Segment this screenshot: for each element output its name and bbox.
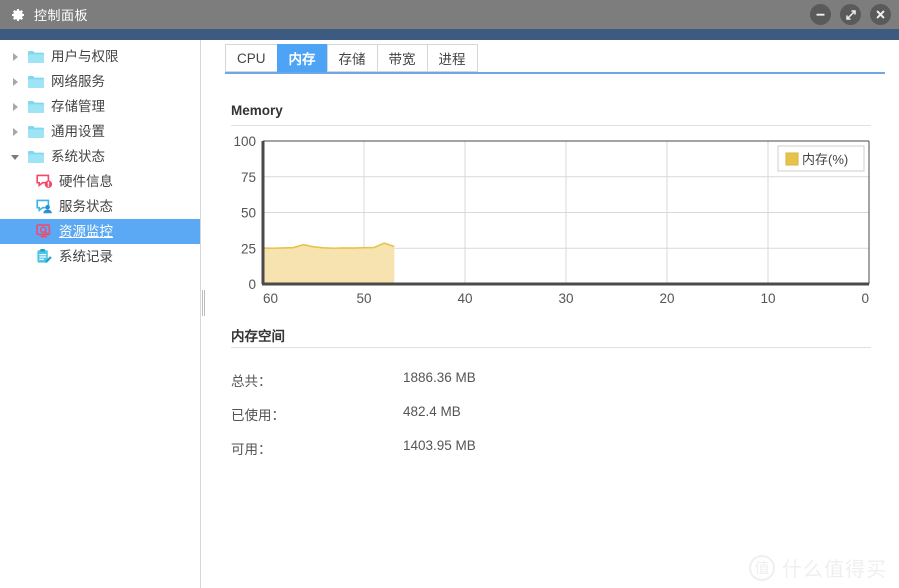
memory-stat-label: 总共： [231,374,272,389]
chevron-right-icon[interactable] [8,125,22,139]
chart-legend-swatch [785,152,799,166]
chart-x-tick-label: 40 [457,291,472,306]
chart-y-tick-label: 100 [233,135,256,149]
chevron-right-icon[interactable] [8,50,22,64]
control-panel-window: 控制面板 用户与权限 网络服务 存储管理 通用设置 系统状态 硬件信息 服务状态… [0,0,899,588]
sidebar-item-label: 存储管理 [51,99,105,114]
tab-带宽[interactable]: 带宽 [376,44,427,72]
sidebar-item-label: 网络服务 [51,74,105,89]
sidebar-item-0[interactable]: 用户与权限 [0,44,200,69]
memory-stat-label: 已使用： [231,408,285,423]
sidebar-item-label: 服务状态 [59,199,113,214]
sidebar-item-8[interactable]: 系统记录 [0,244,200,269]
memory-stat-label: 可用： [231,442,272,457]
sidebar-item-label: 系统状态 [51,149,105,164]
folder-icon [26,123,45,140]
close-button[interactable] [870,4,891,25]
tab-存储[interactable]: 存储 [326,44,377,72]
chart-x-tick-label: 60 [263,291,278,306]
sidebar-item-label: 硬件信息 [59,174,113,189]
sidebar-item-7[interactable]: 资源监控 [0,219,200,244]
chart-y-tick-label: 75 [241,170,256,185]
chart-y-tick-label: 50 [241,206,256,221]
chart-legend-label: 内存(%) [802,152,848,167]
hardware-info-icon [34,173,53,190]
chart-legend: 内存(%) [777,145,865,172]
folder-icon [26,98,45,115]
sidebar-item-5[interactable]: 硬件信息 [0,169,200,194]
resource-monitor-icon [34,223,53,240]
minimize-button[interactable] [810,4,831,25]
tab-label: CPU [237,50,266,66]
system-log-icon [34,248,53,265]
memory-chart-divider [231,125,871,126]
memory-space-divider [231,347,871,348]
window-controls [810,0,891,29]
sidebar-item-4[interactable]: 系统状态 [0,144,200,169]
chart-x-tick-label: 10 [760,291,775,306]
chart-x-tick-label: 20 [659,291,674,306]
memory-stat-row: 可用： 1403.95 MB [231,438,631,458]
sidebar-item-label: 用户与权限 [51,49,119,64]
tab-label: 存储 [338,52,366,67]
chart-y-tick-label: 25 [241,241,256,256]
service-status-icon [34,198,53,215]
sidebar-item-label: 通用设置 [51,124,105,139]
sidebar: 用户与权限网络服务存储管理通用设置系统状态硬件信息服务状态资源监控系统记录 [0,40,200,588]
tab-label: 内存 [288,52,316,67]
sidebar-item-2[interactable]: 存储管理 [0,94,200,119]
memory-stat-value: 1403.95 MB [403,438,476,453]
sidebar-item-label: 系统记录 [59,249,113,264]
chart-y-tick-label: 0 [248,277,256,292]
title-accent-bar [0,29,899,40]
tab-进程[interactable]: 进程 [426,44,478,72]
chevron-right-icon[interactable] [8,100,22,114]
gear-icon [9,6,26,23]
folder-icon [26,148,45,165]
memory-usage-chart: 0 25 50 75 100 60 50 40 30 20 10 0 内存(%) [231,135,871,310]
tab-内存[interactable]: 内存 [276,44,327,72]
sidebar-item-6[interactable]: 服务状态 [0,194,200,219]
chart-x-tick-label: 30 [558,291,573,306]
memory-stat-row: 已使用： 482.4 MB [231,404,631,424]
chevron-down-icon[interactable] [8,150,22,164]
tab-label: 带宽 [388,52,416,67]
tab-bar: CPU 内存 存储 带宽 进程 [225,44,885,74]
memory-stat-value: 1886.36 MB [403,370,476,385]
chart-x-tick-label: 0 [861,291,869,306]
maximize-button[interactable] [840,4,861,25]
memory-space-title: 内存空间 [231,329,285,344]
navigation-tree: 用户与权限网络服务存储管理通用设置系统状态硬件信息服务状态资源监控系统记录 [0,40,200,269]
sidebar-item-1[interactable]: 网络服务 [0,69,200,94]
chart-x-tick-label: 50 [356,291,371,306]
memory-stat-value: 482.4 MB [403,404,461,419]
window-title: 控制面板 [34,8,89,23]
content-panel: CPU 内存 存储 带宽 进程 Memory 0 25 50 75 100 60 50 40 30 20 1… [205,40,899,588]
sidebar-item-3[interactable]: 通用设置 [0,119,200,144]
sidebar-item-label: 资源监控 [59,224,113,239]
folder-icon [26,48,45,65]
tab-cpu[interactable]: CPU [225,44,277,72]
memory-stat-row: 总共： 1886.36 MB [231,370,631,390]
chart-area-fill [263,243,395,284]
memory-chart-title: Memory [231,103,283,118]
folder-icon [26,73,45,90]
body-area: 用户与权限网络服务存储管理通用设置系统状态硬件信息服务状态资源监控系统记录 CP… [0,40,899,588]
chevron-right-icon[interactable] [8,75,22,89]
title-bar: 控制面板 [0,0,899,29]
tab-label: 进程 [438,52,466,67]
